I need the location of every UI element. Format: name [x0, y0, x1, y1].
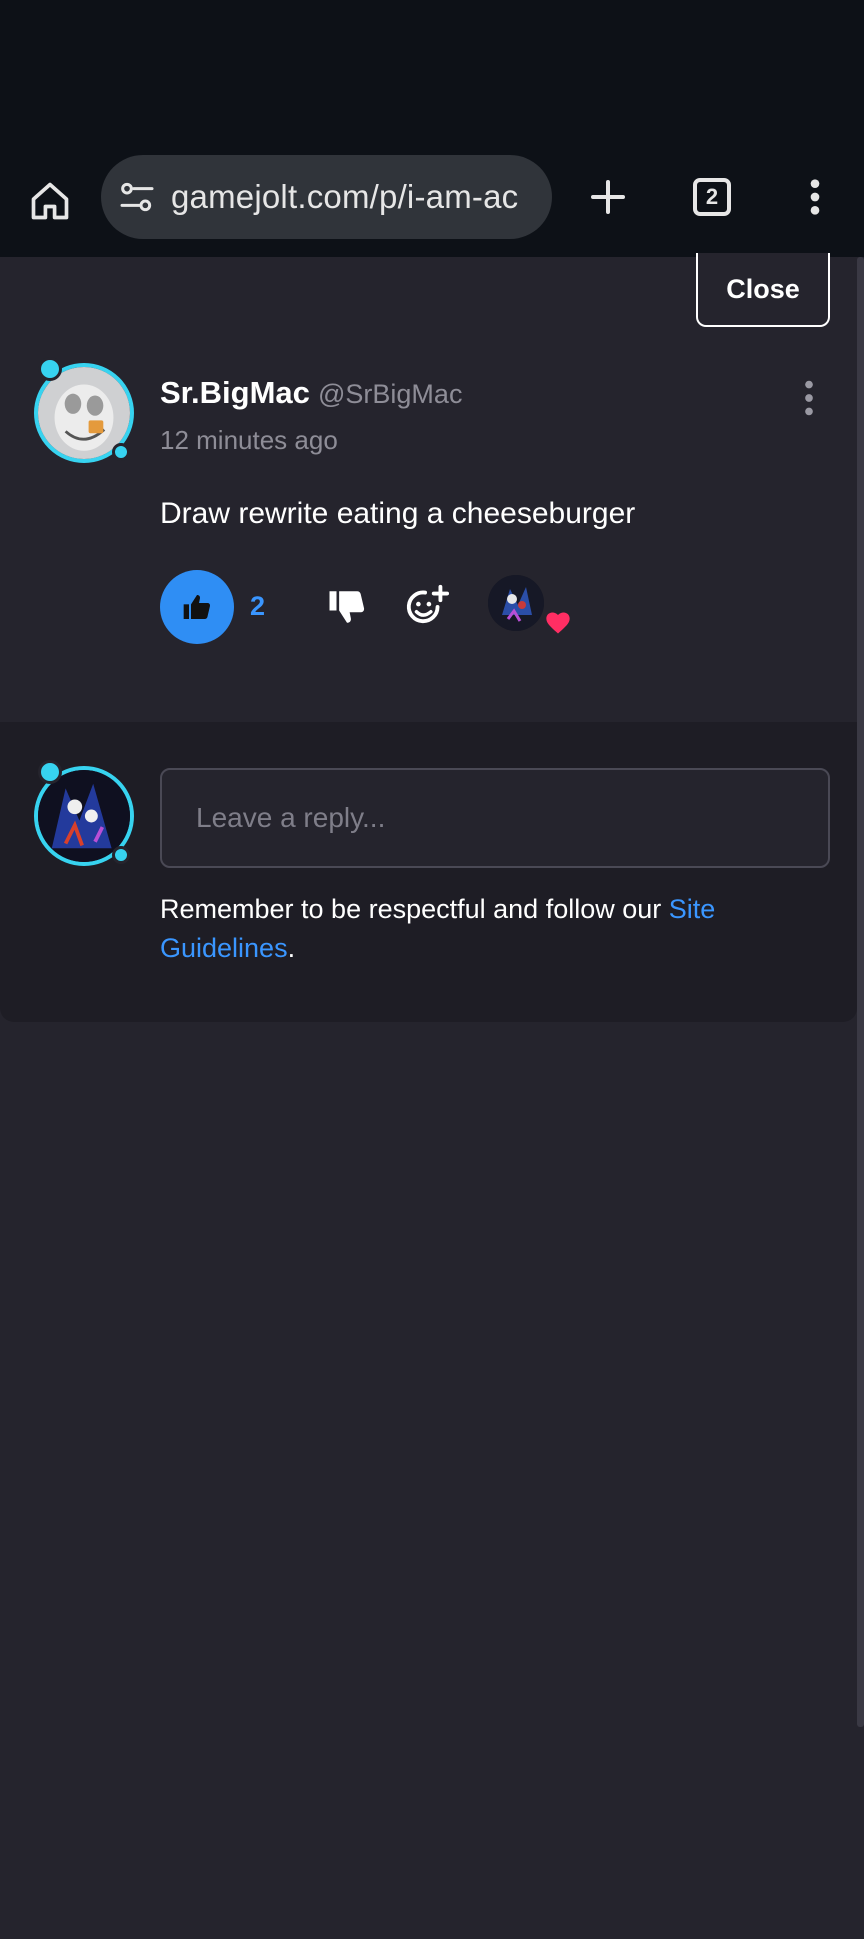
dislike-button[interactable] — [326, 585, 368, 629]
like-button[interactable] — [160, 570, 234, 644]
url-text: gamejolt.com/p/i-am-ac — [171, 178, 519, 215]
comment-options-button[interactable] — [796, 375, 822, 421]
reply-section: Remember to be respectful and follow our… — [0, 722, 857, 1022]
comment-timestamp[interactable]: 12 minutes ago — [160, 425, 338, 456]
add-emoji-icon — [406, 584, 450, 624]
author-name[interactable]: Sr.BigMac — [160, 375, 310, 411]
reply-input[interactable] — [160, 768, 830, 868]
more-vertical-icon — [810, 179, 820, 215]
thumbs-up-icon — [183, 595, 211, 619]
comment-body: Draw rewrite eating a cheeseburger — [160, 497, 636, 530]
avatar-badge — [38, 760, 62, 784]
status-bar — [0, 0, 864, 145]
close-button[interactable]: Close — [696, 253, 830, 327]
add-reaction-button[interactable] — [404, 583, 450, 629]
home-button[interactable] — [20, 171, 80, 231]
heart-icon — [546, 612, 570, 634]
scrollbar[interactable] — [857, 257, 864, 1727]
address-bar[interactable]: gamejolt.com/p/i-am-ac — [101, 155, 552, 239]
home-icon — [31, 182, 69, 220]
reaction-chip[interactable] — [478, 575, 578, 639]
plus-icon — [591, 180, 625, 214]
browser-toolbar: gamejolt.com/p/i-am-ac 2 — [0, 145, 864, 257]
tab-count: 2 — [693, 178, 731, 216]
reaction-avatar-image — [488, 575, 544, 631]
author-handle[interactable]: @SrBigMac — [318, 379, 462, 410]
like-count[interactable]: 2 — [250, 591, 265, 622]
avatar-status-badge — [112, 443, 130, 461]
tab-switcher-button[interactable]: 2 — [682, 167, 742, 227]
guidelines-notice-suffix: . — [287, 933, 296, 963]
thumbs-down-icon — [329, 591, 365, 623]
more-vertical-icon — [805, 380, 813, 416]
guidelines-notice-text: Remember to be respectful and follow our — [160, 894, 669, 924]
avatar-badge — [38, 357, 62, 381]
comment-thread-page: Close Sr.BigMac @SrBigMac 12 minutes ago… — [0, 253, 864, 1939]
site-settings-icon[interactable] — [117, 177, 157, 217]
avatar-status-badge — [112, 846, 130, 864]
browser-menu-button[interactable] — [790, 167, 840, 227]
guidelines-notice: Remember to be respectful and follow our… — [160, 890, 800, 968]
reaction-avatar — [488, 575, 544, 631]
new-tab-button[interactable] — [578, 167, 638, 227]
